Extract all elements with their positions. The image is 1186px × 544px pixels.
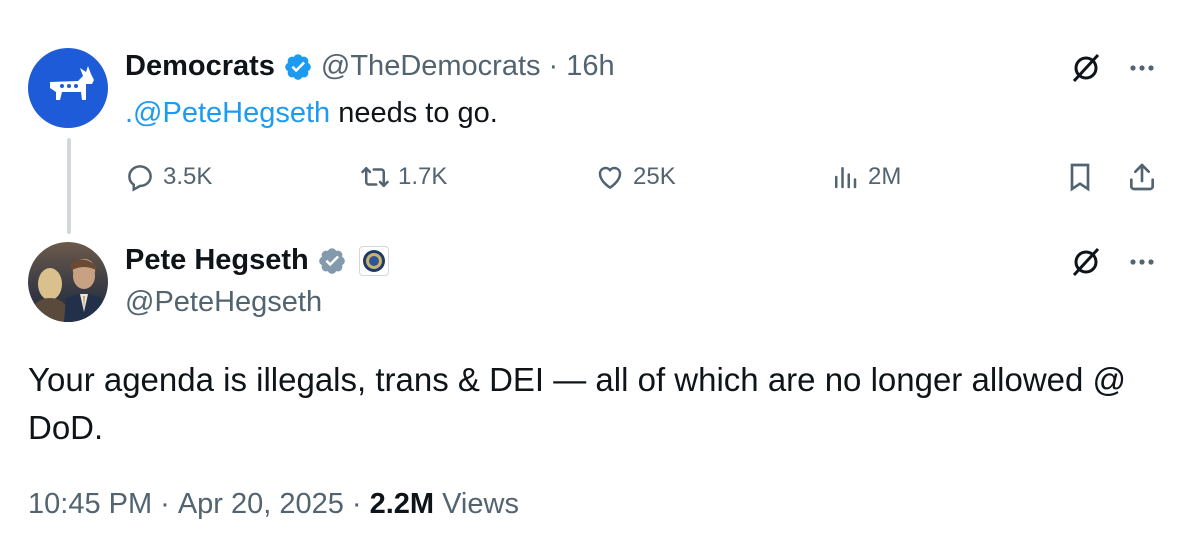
profile-photo (32, 259, 106, 322)
repost-icon (361, 167, 389, 187)
tweet-meta: 10:45 PM · Apr 20, 2025 · 2.2M Views (28, 488, 519, 521)
separator: · (351, 488, 362, 520)
views-stat: 2.2M Views (370, 488, 519, 521)
views-count: 2M (868, 163, 902, 190)
tweet-text-rest: needs to go. (330, 97, 498, 129)
mention-link[interactable]: .@PeteHegseth (125, 97, 330, 129)
repost-count: 1.7K (398, 163, 448, 190)
like-count: 25K (633, 163, 676, 190)
tweet-parent-header: Democrats @TheDemocrats · 16h (125, 50, 615, 83)
tweet-main-header: Pete Hegseth (125, 244, 389, 277)
reply-icon (128, 165, 152, 192)
reply-count: 3.5K (163, 163, 213, 190)
tweet-parent-text: .@PeteHegseth needs to go. (125, 97, 498, 130)
author-name[interactable]: Pete Hegseth (125, 244, 309, 277)
dod-seal-icon[interactable] (358, 245, 389, 276)
more-button[interactable] (1126, 52, 1158, 89)
views-button[interactable]: 2M (830, 162, 901, 192)
grok-button[interactable] (1070, 52, 1102, 89)
share-button[interactable] (1126, 161, 1158, 198)
more-icon (1130, 259, 1154, 265)
tweet-time[interactable]: 10:45 PM (28, 488, 152, 521)
timestamp[interactable]: 16h (566, 50, 614, 83)
like-icon (598, 166, 622, 190)
author-handle[interactable]: @TheDemocrats (321, 50, 541, 83)
views-icon (835, 167, 857, 189)
thread-connector-line (67, 138, 71, 234)
grok-icon (1072, 53, 1100, 83)
repost-button[interactable]: 1.7K (360, 162, 447, 192)
verified-badge-icon (283, 52, 313, 82)
more-button[interactable] (1126, 246, 1158, 283)
share-icon (1130, 163, 1154, 191)
avatar-pete-hegseth[interactable] (28, 242, 108, 322)
bookmark-icon (1070, 163, 1090, 192)
donkey-logo-icon (50, 66, 94, 100)
verified-badge-icon (317, 246, 347, 276)
tweet-main-text: Your agenda is illegals, trans & DEI — a… (28, 361, 1127, 446)
reply-button[interactable]: 3.5K (125, 162, 212, 192)
more-icon (1130, 65, 1154, 71)
author-handle[interactable]: @PeteHegseth (125, 286, 322, 319)
tweet-date[interactable]: Apr 20, 2025 (178, 488, 344, 521)
separator: · (160, 488, 170, 520)
grok-icon (1072, 247, 1100, 277)
author-name[interactable]: Democrats (125, 50, 275, 83)
like-button[interactable]: 25K (595, 162, 676, 192)
views-count: 2.2M (369, 488, 435, 520)
bookmark-button[interactable] (1064, 161, 1096, 198)
views-label: Views (442, 488, 519, 520)
separator: · (548, 50, 559, 82)
grok-button[interactable] (1070, 246, 1102, 283)
avatar-democrats[interactable] (28, 48, 108, 128)
